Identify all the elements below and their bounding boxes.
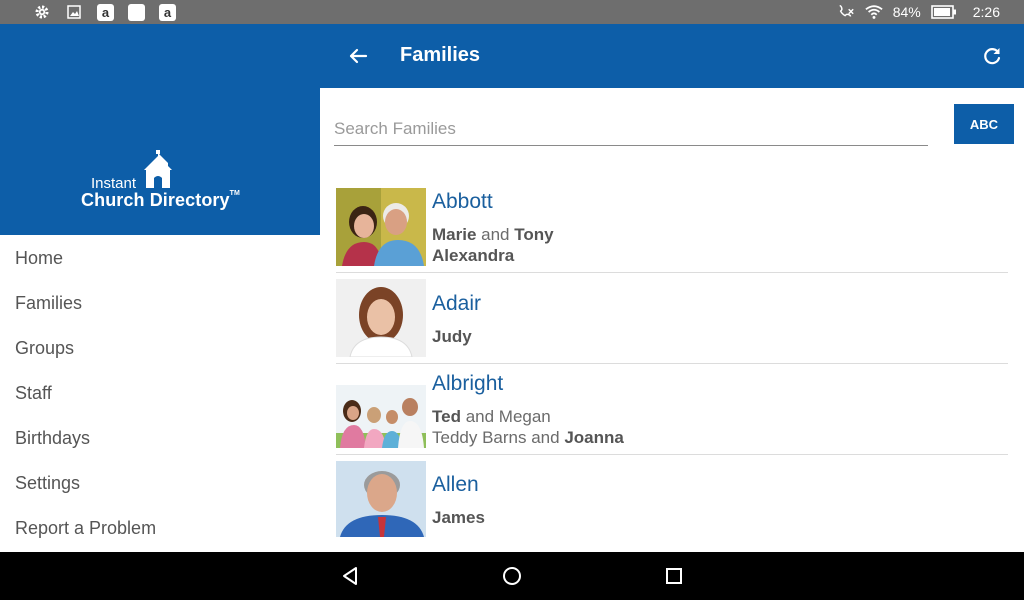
battery-percent: 84% bbox=[892, 4, 921, 20]
family-name: Adair bbox=[432, 292, 482, 315]
sidebar-item-groups[interactable]: Groups bbox=[0, 325, 320, 370]
family-members-line2: Teddy Barns and Joanna bbox=[432, 428, 624, 448]
member-text: and Megan bbox=[460, 407, 551, 426]
search-input[interactable] bbox=[334, 112, 928, 146]
family-members-line1: Marie and Tony bbox=[432, 225, 554, 245]
family-row-allen[interactable]: Allen James bbox=[336, 461, 1008, 552]
member-name: Tony bbox=[514, 225, 554, 244]
back-arrow-icon[interactable] bbox=[346, 44, 370, 68]
member-name: Ted bbox=[432, 407, 461, 426]
sidebar-item-staff[interactable]: Staff bbox=[0, 370, 320, 415]
member-text: Teddy Barns and bbox=[432, 428, 565, 447]
family-name: Albright bbox=[432, 372, 504, 395]
app-icon bbox=[128, 3, 145, 21]
family-photo bbox=[336, 188, 426, 266]
sidebar-header: Instant Church DirectoryTM bbox=[0, 24, 320, 235]
clock: 2:26 bbox=[972, 4, 1000, 20]
family-photo bbox=[336, 461, 426, 537]
family-photo bbox=[336, 279, 426, 357]
refresh-icon[interactable] bbox=[980, 44, 1004, 68]
logo-line2-text: Church Directory bbox=[81, 190, 230, 210]
image-icon bbox=[65, 3, 83, 21]
logo-tm: TM bbox=[229, 190, 240, 197]
app-logo: Instant Church DirectoryTM bbox=[80, 148, 250, 218]
sidebar-item-home[interactable]: Home bbox=[0, 235, 320, 280]
families-list-panel: ABC Abbott Marie and Tony bbox=[320, 88, 1024, 552]
amazon-icon: a bbox=[159, 3, 176, 21]
wifi-icon bbox=[865, 3, 883, 21]
conjunction: and bbox=[476, 225, 515, 244]
recents-square-icon[interactable] bbox=[664, 566, 684, 586]
status-bar: a a 84% 2:26 bbox=[0, 0, 1024, 24]
member-name: Joanna bbox=[564, 428, 624, 447]
member-name: Marie bbox=[432, 225, 477, 244]
logo-line2: Church DirectoryTM bbox=[81, 190, 240, 211]
home-circle-icon[interactable] bbox=[502, 566, 522, 586]
page-title: Families bbox=[400, 44, 481, 66]
family-row-albright[interactable]: Albright Ted and Megan Teddy Barns and J… bbox=[336, 370, 1008, 455]
family-members-line2: Alexandra bbox=[432, 246, 514, 266]
family-members-line1: Ted and Megan bbox=[432, 407, 551, 427]
sidebar-item-report-problem[interactable]: Report a Problem bbox=[0, 505, 320, 550]
sidebar-item-birthdays[interactable]: Birthdays bbox=[0, 415, 320, 460]
system-icons: 84% 2:26 bbox=[837, 0, 1000, 24]
family-name: Allen bbox=[432, 473, 479, 496]
app-bar: Families bbox=[320, 24, 1024, 88]
battery-icon bbox=[930, 3, 957, 21]
sidebar: Instant Church DirectoryTM Home Families… bbox=[0, 24, 320, 552]
member-name: Judy bbox=[432, 327, 472, 346]
sidebar-nav: Home Families Groups Staff Birthdays Set… bbox=[0, 235, 320, 550]
phone-no-signal-icon bbox=[837, 3, 855, 21]
amazon-icon: a bbox=[97, 3, 114, 21]
sidebar-item-families[interactable]: Families bbox=[0, 280, 320, 325]
sidebar-item-settings[interactable]: Settings bbox=[0, 460, 320, 505]
family-row-adair[interactable]: Adair Judy bbox=[336, 279, 1008, 364]
church-icon bbox=[144, 150, 172, 188]
member-name: Alexandra bbox=[432, 246, 515, 265]
screen: a a 84% 2:26 Instant Church DirectoryTM … bbox=[0, 0, 1024, 600]
system-nav-bar bbox=[0, 552, 1024, 600]
abc-sort-button[interactable]: ABC bbox=[954, 104, 1014, 144]
family-members-line1: James bbox=[432, 508, 485, 528]
member-name: James bbox=[432, 508, 485, 527]
notification-icons: a a bbox=[33, 3, 176, 21]
family-row-abbott[interactable]: Abbott Marie and Tony Alexandra bbox=[336, 188, 1008, 273]
family-photo bbox=[336, 385, 426, 448]
family-members-line1: Judy bbox=[432, 327, 472, 347]
gear-icon bbox=[33, 3, 51, 21]
back-triangle-icon[interactable] bbox=[340, 566, 360, 586]
family-name: Abbott bbox=[432, 190, 493, 213]
